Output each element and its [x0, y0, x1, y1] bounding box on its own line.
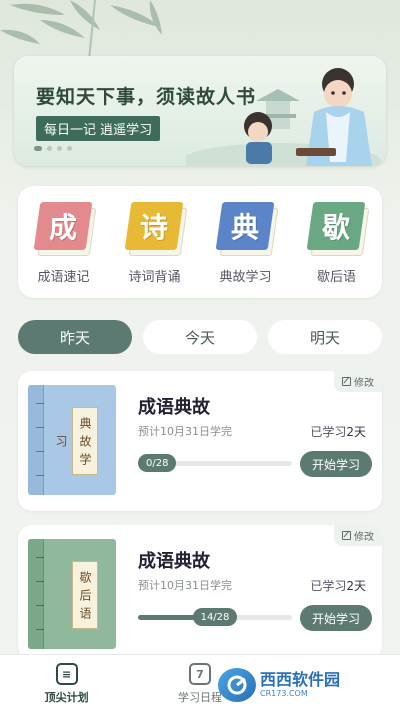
- cover-label: 典故学习: [54, 407, 98, 475]
- course-card[interactable]: 修改 典故学习 成语典故 预计10月31日学完 已学习2天 0/28 开始学习: [18, 371, 382, 511]
- progress-text: 0/28: [138, 454, 177, 472]
- studied-label: 已学习: [310, 579, 347, 593]
- category-grid: 成 成语速记 诗 诗词背诵 典 典故学习 歇 歇后语: [18, 186, 382, 298]
- watermark-name: 西西软件园: [260, 670, 341, 689]
- tab-tomorrow[interactable]: 明天: [268, 320, 382, 354]
- category-xiehouyu[interactable]: 歇 歇后语: [297, 200, 377, 298]
- tab-today[interactable]: 今天: [143, 320, 257, 354]
- tab-yesterday[interactable]: 昨天: [18, 320, 132, 354]
- course-plan: 预计10月31日学完: [138, 579, 232, 592]
- idiom-book-icon: 成: [33, 200, 96, 260]
- plan-icon: ≡: [55, 663, 78, 685]
- watermark-url: CR173.COM: [260, 689, 308, 698]
- category-glyph: 典: [230, 211, 259, 244]
- nav-label: 顶尖计划: [44, 691, 89, 704]
- carousel-dot[interactable]: [34, 146, 42, 151]
- banner-tag: 每日一记 逍遥学习: [36, 116, 161, 141]
- edit-icon: [342, 531, 351, 540]
- course-title: 成语典故: [138, 397, 210, 418]
- category-label: 歇后语: [316, 270, 356, 285]
- start-learning-button[interactable]: 开始学习: [300, 605, 372, 631]
- poetry-book-icon: 诗: [124, 200, 187, 260]
- course-plan: 预计10月31日学完: [138, 425, 232, 438]
- category-poetry[interactable]: 诗 诗词背诵: [115, 200, 195, 298]
- carousel-dot[interactable]: [67, 146, 72, 151]
- progress-bar: 14/28: [138, 608, 292, 626]
- edit-button[interactable]: 修改: [334, 371, 382, 392]
- course-cover: 典故学习: [28, 385, 116, 495]
- edit-icon: [342, 377, 351, 386]
- studied-days: 2天: [346, 579, 366, 593]
- nav-top-plan[interactable]: ≡ 顶尖计划: [0, 655, 133, 711]
- progress-bar: 0/28: [138, 454, 292, 472]
- watermark: 西西软件园 CR173.COM: [218, 665, 388, 705]
- category-label: 典故学习: [219, 270, 272, 285]
- studied-days: 2天: [346, 425, 366, 439]
- course-studied: 已学习2天: [310, 423, 366, 440]
- calendar-icon: 7: [188, 663, 211, 685]
- edit-button[interactable]: 修改: [334, 525, 382, 546]
- category-idiom[interactable]: 成 成语速记: [24, 200, 104, 298]
- course-cover: 歇后语: [28, 539, 116, 649]
- course-title: 成语典故: [138, 551, 210, 572]
- edit-label: 修改: [354, 532, 374, 543]
- category-glyph: 成: [48, 211, 77, 244]
- cover-label: 歇后语: [72, 561, 98, 629]
- category-glyph: 歇: [321, 211, 350, 244]
- start-learning-button[interactable]: 开始学习: [300, 451, 372, 477]
- category-allusion[interactable]: 典 典故学习: [206, 200, 286, 298]
- category-label: 成语速记: [37, 270, 90, 285]
- watermark-text: 西西软件园 CR173.COM: [260, 672, 340, 698]
- studied-label: 已学习: [310, 425, 347, 439]
- progress-text: 14/28: [192, 608, 238, 626]
- watermark-logo-icon: [218, 668, 256, 702]
- edit-label: 修改: [354, 378, 374, 389]
- carousel-dots: [34, 146, 72, 151]
- scholar-illustration: [186, 68, 381, 166]
- category-label: 诗词背诵: [128, 270, 181, 285]
- course-card[interactable]: 修改 歇后语 成语典故 预计10月31日学完 已学习2天 14/28 开始学习: [18, 525, 382, 660]
- allusion-book-icon: 典: [215, 200, 278, 260]
- day-tabs: 昨天 今天 明天: [18, 320, 382, 354]
- course-studied: 已学习2天: [310, 577, 366, 594]
- category-glyph: 诗: [139, 211, 168, 244]
- nav-label: 学习日程: [177, 691, 222, 704]
- hero-banner[interactable]: 要知天下事，须读故人书 每日一记 逍遥学习: [14, 56, 386, 166]
- carousel-dot[interactable]: [57, 146, 62, 151]
- carousel-dot[interactable]: [47, 146, 52, 151]
- xiehouyu-book-icon: 歇: [306, 200, 369, 260]
